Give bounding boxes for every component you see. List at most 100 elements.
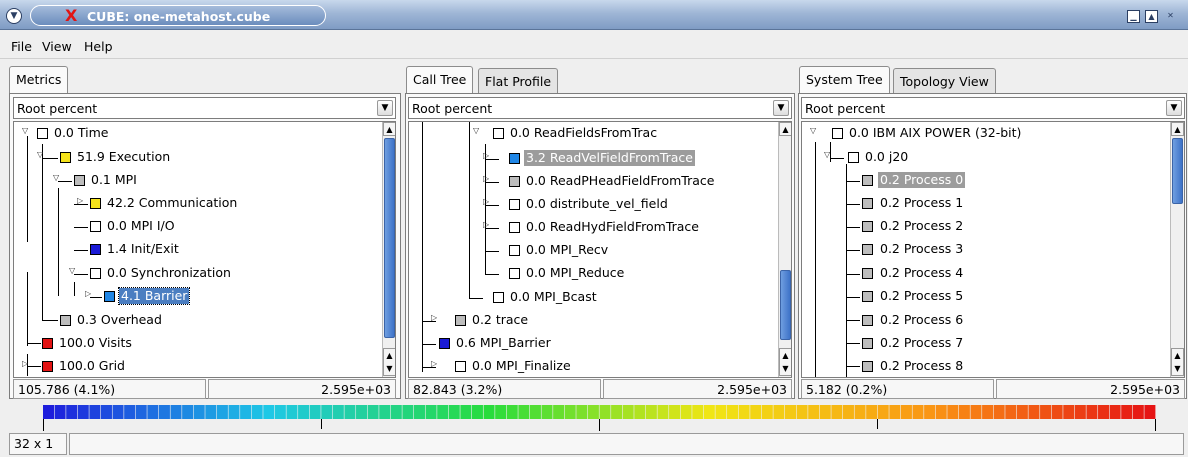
expand-icon[interactable]: ▷	[483, 151, 489, 160]
scroll-up-icon[interactable]: ▲	[779, 122, 791, 136]
metrics-mode-select[interactable]: Root percent ▼	[13, 97, 396, 119]
color-scale-cell	[414, 405, 425, 419]
scroll-thumb[interactable]	[1172, 138, 1183, 204]
collapse-icon[interactable]: ▽	[53, 173, 59, 182]
color-scale-cell	[112, 405, 124, 419]
tree-item-label: 0.0 Synchronization	[107, 265, 231, 280]
maximize-button[interactable]: ▲	[1145, 10, 1158, 23]
color-swatch-icon	[90, 198, 101, 209]
color-scale-cell	[332, 405, 344, 419]
collapse-icon[interactable]: ▽	[824, 150, 830, 159]
menu-bar: File View Help	[0, 31, 1188, 59]
color-scale-cell	[1005, 405, 1017, 419]
color-swatch-icon	[60, 152, 71, 163]
expand-icon[interactable]: ▷	[431, 313, 437, 322]
collapse-icon[interactable]: ▽	[473, 126, 479, 135]
color-swatch-icon	[90, 244, 101, 255]
color-scale-cell	[877, 405, 889, 419]
expand-icon[interactable]: ▷	[77, 196, 83, 205]
tab-call-tree[interactable]: Call Tree	[406, 66, 474, 94]
metrics-scrollbar[interactable]: ▲ ▲ ▼	[382, 122, 395, 377]
metrics-tree[interactable]: ▽ 0.0 Time ▽ 51.9 Execution ▽ 0.1 MPI ▷ …	[13, 121, 396, 378]
color-swatch-icon	[509, 222, 520, 233]
window-title: CUBE: one-metahost.cube	[87, 9, 271, 24]
systemtree-tree[interactable]: ▽ 0.0 IBM AIX POWER (32-bit) ▽ 0.0 j20 0…	[801, 121, 1185, 378]
expand-icon[interactable]: ▷	[431, 359, 437, 368]
color-scale-cell	[402, 405, 414, 419]
color-scale-cell	[298, 405, 310, 419]
close-button[interactable]: ✕	[1164, 10, 1177, 23]
color-scale-cell	[321, 405, 333, 419]
scroll-down-icon[interactable]: ▲ ▼	[383, 348, 395, 376]
color-scale-cell	[692, 405, 704, 419]
color-swatch-icon	[455, 361, 466, 372]
color-swatch-icon	[74, 175, 85, 186]
scroll-down-icon[interactable]: ▲ ▼	[779, 348, 791, 376]
color-scale-cell	[379, 405, 391, 419]
color-scale-cell	[645, 405, 657, 419]
color-scale-cell	[715, 405, 727, 419]
color-swatch-icon	[832, 128, 843, 139]
menu-help[interactable]: Help	[84, 39, 113, 54]
tab-topology-view[interactable]: Topology View	[893, 68, 996, 94]
expand-icon[interactable]: ▷	[22, 359, 28, 368]
scroll-up-icon[interactable]: ▲	[1171, 122, 1184, 136]
color-scale-cell	[89, 405, 101, 419]
tree-item-label: 0.0 Time	[54, 125, 109, 140]
collapse-icon[interactable]: ▽	[810, 126, 816, 135]
color-swatch-icon	[509, 176, 520, 187]
metrics-status-total: 2.595e+03	[208, 379, 396, 399]
title-bar: ▼ X CUBE: one-metahost.cube ▁ ▲ ✕	[0, 0, 1188, 30]
expand-icon[interactable]: ▷	[483, 220, 489, 229]
scroll-thumb[interactable]	[780, 270, 791, 340]
systemtree-mode-select[interactable]: Root percent ▼	[801, 97, 1185, 119]
color-scale-cell	[611, 405, 623, 419]
tree-item-label: 0.2 Process 5	[880, 288, 964, 303]
color-scale-cell	[367, 405, 379, 419]
collapse-icon[interactable]: ▽	[22, 126, 28, 135]
systemtree-scrollbar[interactable]: ▲ ▲ ▼	[1170, 122, 1184, 377]
tab-system-tree[interactable]: System Tree	[799, 66, 890, 94]
menu-file[interactable]: File	[11, 39, 32, 54]
tree-item-label: 0.2 Process 4	[880, 265, 964, 280]
minimize-button[interactable]: ▁	[1127, 10, 1140, 23]
color-swatch-icon	[439, 338, 450, 349]
color-scale-cell	[495, 405, 507, 419]
tree-item-label-selected: 4.1 Barrier	[117, 287, 191, 305]
calltree-tree[interactable]: ▽ 0.0 ReadFieldsFromTrac ▷ 3.2 ReadVelFi…	[408, 121, 792, 378]
scroll-down-icon[interactable]: ▲ ▼	[1171, 348, 1184, 376]
color-swatch-icon	[509, 153, 520, 164]
color-swatch-icon	[509, 268, 520, 279]
color-scale-cell	[1063, 405, 1075, 419]
chevron-down-icon[interactable]: ▼	[1166, 100, 1182, 116]
expand-icon[interactable]: ▷	[483, 174, 489, 183]
calltree-mode-select[interactable]: Root percent ▼	[408, 97, 792, 119]
tab-flat-profile[interactable]: Flat Profile	[478, 68, 559, 94]
tree-item-label: 0.0 MPI_Finalize	[472, 358, 571, 373]
menu-view[interactable]: View	[42, 39, 72, 54]
collapse-icon[interactable]: ▽	[37, 150, 43, 159]
tree-item-label: 0.2 Process 3	[880, 241, 964, 256]
scroll-thumb[interactable]	[384, 138, 395, 338]
color-scale-cell	[205, 405, 217, 419]
color-swatch-icon	[509, 199, 520, 210]
color-swatch-icon	[42, 361, 53, 372]
calltree-scrollbar[interactable]: ▲ ▲ ▼	[778, 122, 791, 377]
tab-metrics[interactable]: Metrics	[9, 66, 69, 94]
color-scale-cell	[437, 405, 449, 419]
tree-item-label: 0.2 Process 6	[880, 312, 964, 327]
scroll-up-icon[interactable]: ▲	[383, 122, 395, 136]
collapse-icon[interactable]: ▽	[69, 266, 75, 275]
color-scale-cell	[1074, 405, 1086, 419]
window-menu-button[interactable]: ▼	[6, 8, 22, 24]
chevron-down-icon[interactable]: ▼	[377, 100, 393, 116]
color-scale-cell	[657, 405, 669, 419]
color-scale-cell	[1040, 405, 1052, 419]
color-scale-cell	[471, 405, 483, 419]
color-scale-cell	[866, 405, 878, 419]
color-scale-cell	[1132, 405, 1144, 419]
chevron-down-icon[interactable]: ▼	[773, 100, 789, 116]
expand-icon[interactable]: ▷	[85, 289, 91, 298]
grid-size-label: 32 x 1	[9, 433, 67, 455]
expand-icon[interactable]: ▷	[483, 197, 489, 206]
